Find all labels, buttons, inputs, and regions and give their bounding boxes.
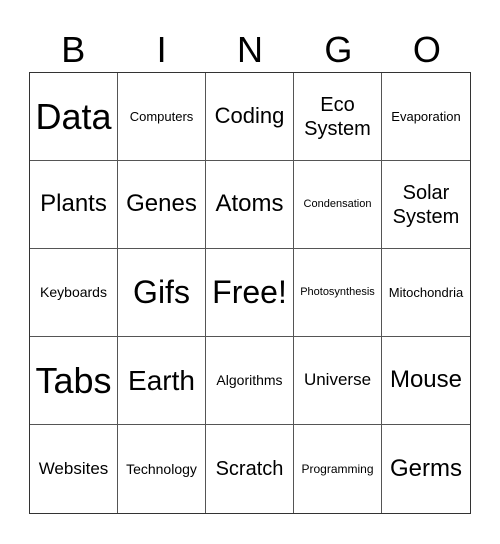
- bingo-cell[interactable]: Eco System: [294, 73, 382, 161]
- bingo-cell[interactable]: Solar System: [382, 161, 470, 249]
- bingo-cell[interactable]: Computers: [118, 73, 206, 161]
- bingo-cell[interactable]: Technology: [118, 425, 206, 513]
- bingo-cell[interactable]: Universe: [294, 337, 382, 425]
- bingo-cell[interactable]: Plants: [30, 161, 118, 249]
- bingo-cell[interactable]: Evaporation: [382, 73, 470, 161]
- header-letter-i: I: [156, 29, 167, 70]
- bingo-cell[interactable]: Coding: [206, 73, 294, 161]
- bingo-cell[interactable]: Data: [30, 73, 118, 161]
- bingo-cell[interactable]: Tabs: [30, 337, 118, 425]
- bingo-cell-free[interactable]: Free!: [206, 249, 294, 337]
- bingo-cell[interactable]: Genes: [118, 161, 206, 249]
- bingo-cell[interactable]: Photosynthesis: [294, 249, 382, 337]
- header-letter-n: N: [237, 29, 264, 70]
- header-letter-b: B: [61, 29, 86, 70]
- bingo-cell[interactable]: Mouse: [382, 337, 470, 425]
- header-letter-o: O: [412, 29, 441, 70]
- bingo-cell[interactable]: Websites: [30, 425, 118, 513]
- bingo-cell[interactable]: Gifs: [118, 249, 206, 337]
- bingo-header: B I N G O: [29, 28, 471, 72]
- header-letter-g: G: [324, 29, 353, 70]
- bingo-cell[interactable]: Earth: [118, 337, 206, 425]
- bingo-cell[interactable]: Algorithms: [206, 337, 294, 425]
- bingo-cell[interactable]: Germs: [382, 425, 470, 513]
- bingo-cell[interactable]: Scratch: [206, 425, 294, 513]
- bingo-cell[interactable]: Mitochondria: [382, 249, 470, 337]
- bingo-cell[interactable]: Condensation: [294, 161, 382, 249]
- bingo-cell[interactable]: Atoms: [206, 161, 294, 249]
- bingo-cell[interactable]: Programming: [294, 425, 382, 513]
- bingo-cell[interactable]: Keyboards: [30, 249, 118, 337]
- bingo-grid: Data Computers Coding Eco System Evaporation…: [29, 72, 471, 514]
